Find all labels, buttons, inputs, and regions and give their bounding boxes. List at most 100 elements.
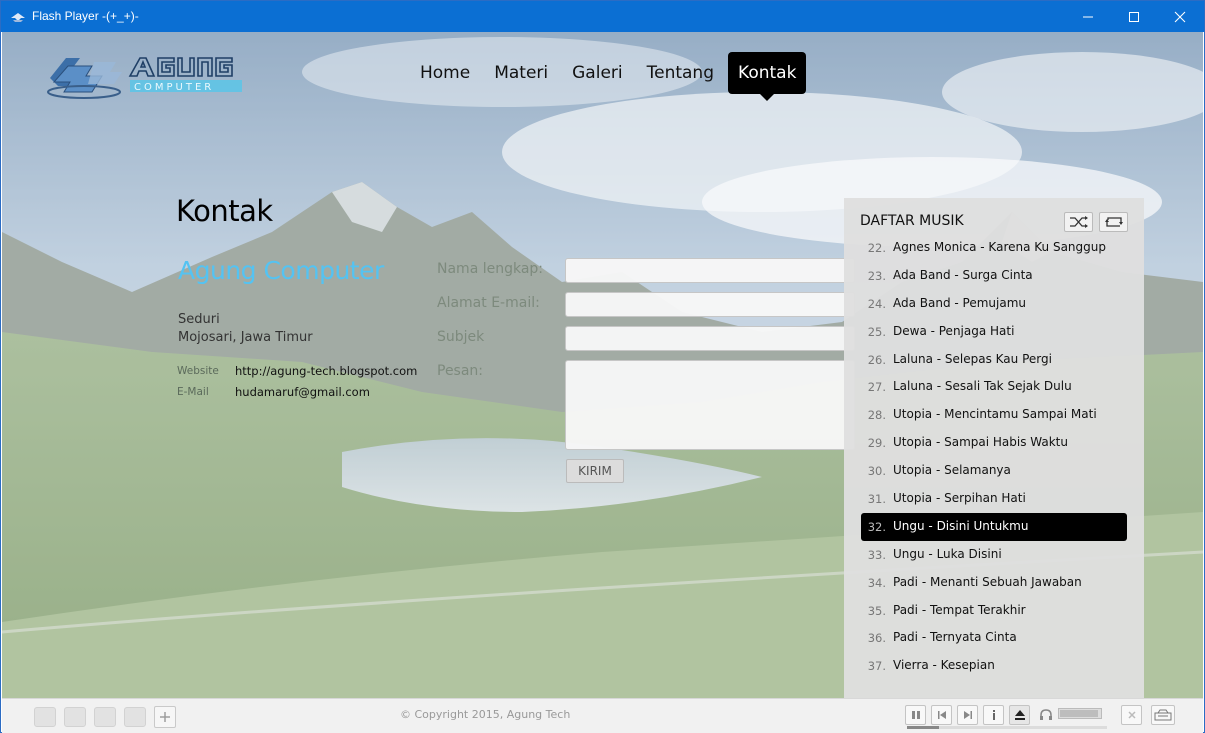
- maximize-button[interactable]: [1111, 1, 1157, 32]
- track-title: Vierra - Kesepian: [893, 658, 995, 673]
- playlist-item[interactable]: 32. Ungu - Disini Untukmu: [861, 512, 1127, 541]
- seek-bar[interactable]: [907, 726, 1107, 729]
- app-window: Flash Player -(+_+)- COMPUTER Home Mater…: [0, 0, 1205, 733]
- pause-icon: [911, 711, 920, 719]
- eject-icon: [1014, 710, 1025, 720]
- track-number: 25.: [867, 324, 886, 339]
- track-title: Padi - Menanti Sebuah Jawaban: [893, 574, 1082, 589]
- track-title: Laluna - Selepas Kau Pergi: [893, 351, 1052, 366]
- email-link[interactable]: hudamaruf@gmail.com: [235, 385, 370, 399]
- window-title: Flash Player -(+_+)-: [32, 9, 139, 23]
- next-button[interactable]: [957, 705, 978, 725]
- website-link[interactable]: http://agung-tech.blogspot.com: [235, 364, 417, 378]
- track-title: Padi - Tempat Terakhir: [893, 602, 1026, 617]
- playlist-item[interactable]: 26. Laluna - Selepas Kau Pergi: [861, 346, 1127, 374]
- submit-button[interactable]: KIRIM: [566, 459, 624, 483]
- music-playlist-panel: DAFTAR MUSIK 22. Agnes Monica - Karena Ku…: [844, 198, 1144, 698]
- track-number: 36.: [867, 631, 886, 646]
- track-title: Padi - Ternyata Cinta: [893, 630, 1017, 645]
- close-icon: [1174, 11, 1186, 22]
- emoticon-icon[interactable]: [64, 707, 86, 727]
- playlist-item[interactable]: 22. Agnes Monica - Karena Ku Sanggup: [861, 234, 1127, 262]
- agung-computer-logo[interactable]: COMPUTER: [46, 52, 246, 100]
- message-field-label: Pesan:: [437, 363, 484, 379]
- track-title: Utopia - Serpihan Hati: [893, 491, 1026, 506]
- track-title: Ungu - Disini Untukmu: [893, 518, 1029, 533]
- email-input[interactable]: [565, 292, 855, 317]
- playlist-item[interactable]: 27. Laluna - Sesali Tak Sejak Dulu: [861, 373, 1127, 401]
- track-number: 29.: [867, 436, 886, 451]
- playlist-item[interactable]: 23. Ada Band - Surga Cinta: [861, 262, 1127, 290]
- emoticon-icon[interactable]: [34, 707, 56, 727]
- minimize-icon: [1083, 16, 1093, 17]
- flash-app-icon: [10, 9, 26, 23]
- minimize-button[interactable]: [1065, 1, 1111, 32]
- track-title: Utopia - Sampai Habis Waktu: [893, 435, 1068, 450]
- address-line-2: Mojosari, Jawa Timur: [178, 330, 313, 345]
- svg-text:COMPUTER: COMPUTER: [134, 82, 214, 93]
- message-textarea[interactable]: [565, 360, 855, 450]
- playlist-item[interactable]: 31. Utopia - Serpihan Hati: [861, 485, 1127, 513]
- emoticon-icon[interactable]: [94, 707, 116, 727]
- track-number: 28.: [867, 408, 886, 423]
- track-number: 31.: [867, 492, 886, 507]
- shuffle-button[interactable]: [1064, 212, 1093, 232]
- keyboard-icon: [1154, 709, 1172, 721]
- nav-kontak[interactable]: Kontak: [728, 52, 807, 101]
- eject-button[interactable]: [1009, 705, 1030, 725]
- maximize-icon: [1129, 11, 1139, 22]
- email-label: E-Mail: [177, 386, 209, 398]
- track-number: 33.: [867, 547, 886, 562]
- info-button[interactable]: [983, 705, 1004, 725]
- repeat-icon: [1104, 217, 1123, 227]
- headphones-button[interactable]: [1035, 705, 1056, 725]
- nav-galeri[interactable]: Galeri: [562, 52, 633, 94]
- track-title: Agnes Monica - Karena Ku Sanggup: [893, 240, 1106, 254]
- close-player-button[interactable]: [1121, 705, 1142, 725]
- track-number: 35.: [867, 603, 886, 618]
- pause-button[interactable]: [905, 705, 926, 725]
- track-title: Ada Band - Surga Cinta: [893, 267, 1033, 282]
- subject-field-label: Subjek: [437, 329, 485, 345]
- keyboard-button[interactable]: [1151, 705, 1175, 725]
- copyright-text: © Copyright 2015, Agung Tech: [400, 708, 571, 721]
- playlist-item[interactable]: 24. Ada Band - Pemujamu: [861, 290, 1127, 318]
- address-line-1: Seduri: [178, 312, 220, 327]
- subject-input[interactable]: [565, 326, 855, 351]
- flash-stage: COMPUTER Home Materi Galeri Tentang Kont…: [2, 32, 1203, 698]
- emoticon-icon[interactable]: [124, 707, 146, 727]
- email-field-label: Alamat E-mail:: [437, 295, 540, 311]
- playlist-list: 22. Agnes Monica - Karena Ku Sanggup 23. Ad…: [861, 234, 1127, 680]
- playlist-item[interactable]: 30. Utopia - Selamanya: [861, 457, 1127, 485]
- track-number: 22.: [867, 241, 886, 255]
- playlist-item[interactable]: 36. Padi - Ternyata Cinta: [861, 624, 1127, 652]
- track-number: 27.: [867, 380, 886, 395]
- repeat-button[interactable]: [1099, 212, 1128, 232]
- track-number: 26.: [867, 352, 886, 367]
- playlist-item[interactable]: 37. Vierra - Kesepian: [861, 652, 1127, 680]
- track-number: 37.: [867, 659, 886, 674]
- playlist-item[interactable]: 35. Padi - Tempat Terakhir: [861, 597, 1127, 625]
- playlist-item[interactable]: 33. Ungu - Luka Disini: [861, 541, 1127, 569]
- playlist-item[interactable]: 29. Utopia - Sampai Habis Waktu: [861, 429, 1127, 457]
- volume-slider[interactable]: [1058, 708, 1102, 719]
- playlist-item[interactable]: 28. Utopia - Mencintamu Sampai Mati: [861, 401, 1127, 429]
- close-window-button[interactable]: [1157, 1, 1203, 32]
- player-bottom-bar: © Copyright 2015, Agung Tech: [2, 698, 1203, 733]
- title-bar: Flash Player -(+_+)-: [1, 1, 1204, 32]
- info-icon: [992, 710, 995, 720]
- name-input[interactable]: [565, 258, 855, 283]
- nav-materi[interactable]: Materi: [484, 52, 558, 94]
- nav-home[interactable]: Home: [410, 52, 480, 94]
- name-field-label: Nama lengkap:: [437, 261, 544, 277]
- nav-tentang[interactable]: Tentang: [637, 52, 724, 94]
- website-label: Website: [177, 365, 219, 377]
- add-button[interactable]: [154, 706, 176, 728]
- logo-icon: COMPUTER: [47, 57, 242, 99]
- previous-icon: [937, 711, 946, 719]
- previous-button[interactable]: [931, 705, 952, 725]
- playlist-item[interactable]: 34. Padi - Menanti Sebuah Jawaban: [861, 569, 1127, 597]
- shuffle-icon: [1069, 216, 1088, 228]
- playlist-item[interactable]: 25. Dewa - Penjaga Hati: [861, 318, 1127, 346]
- track-title: Utopia - Selamanya: [893, 463, 1011, 478]
